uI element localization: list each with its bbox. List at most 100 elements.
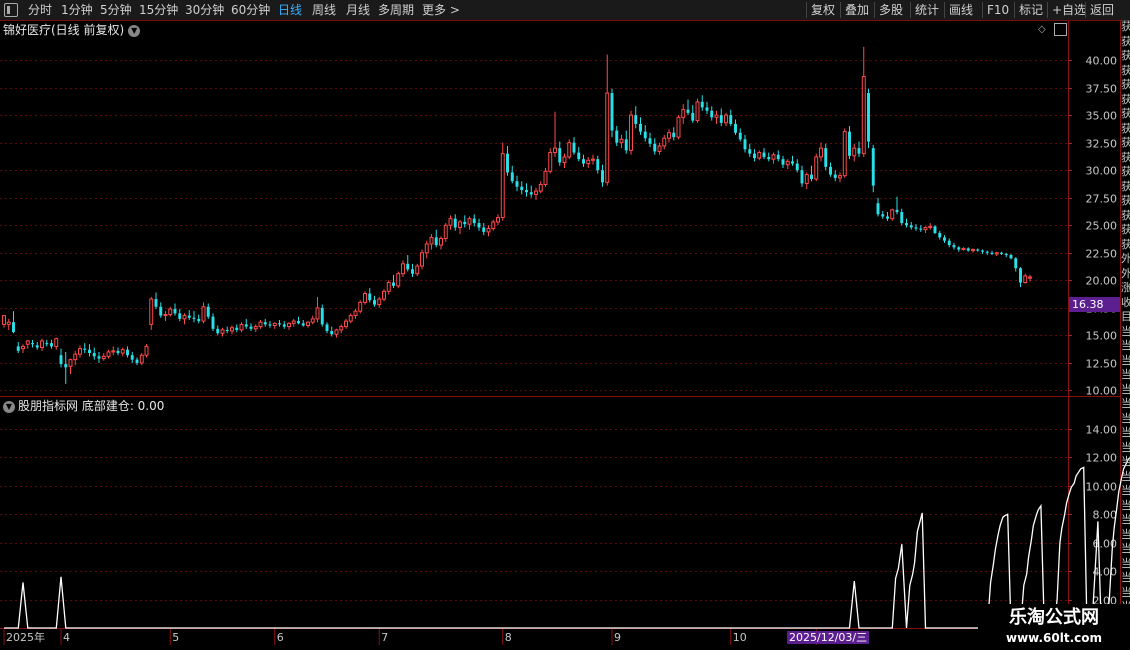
side-panel-char: 当: [1121, 571, 1130, 584]
candle-body: [971, 248, 975, 252]
candle-body: [163, 313, 168, 317]
candle-body: [306, 321, 310, 327]
candle-body: [12, 322, 15, 333]
candle-body: [525, 190, 528, 193]
candle-body: [216, 328, 220, 334]
candle-body: [111, 350, 116, 353]
candle-body: [320, 307, 324, 325]
candle-body: [928, 225, 933, 228]
price-tick-label: 27.50: [1086, 193, 1118, 206]
candle-body: [538, 184, 543, 192]
side-panel-char: 获: [1121, 194, 1130, 207]
indicator-tick-label: 8.00: [1093, 509, 1118, 522]
candle-body: [453, 218, 457, 228]
candle-body: [330, 331, 334, 335]
candle-body: [724, 114, 728, 124]
candle-body: [729, 115, 733, 124]
candle-body: [957, 247, 961, 250]
side-panel-char: 当: [1121, 484, 1130, 497]
candle-body: [933, 226, 937, 233]
candle-body: [619, 138, 624, 144]
side-panel-char: 当: [1121, 498, 1130, 512]
candle-body: [662, 137, 667, 147]
candle-body: [762, 152, 766, 157]
candle-body: [776, 154, 780, 160]
candle-body: [691, 112, 695, 121]
current-price-label: 16.38: [1069, 297, 1120, 312]
candle-body: [990, 252, 994, 254]
side-panel-char: 当: [1121, 411, 1130, 425]
candle-body: [31, 343, 34, 345]
candle-body: [781, 159, 785, 165]
candle-body: [795, 163, 799, 171]
candle-body: [401, 263, 405, 275]
time-axis-label: 10: [733, 631, 747, 644]
candle-body: [50, 343, 53, 347]
candle-body: [710, 110, 714, 118]
side-panel-char: 获: [1121, 49, 1130, 62]
candle-body: [605, 92, 610, 183]
candle-body: [144, 345, 149, 356]
candle-body: [610, 93, 614, 131]
candle-body: [45, 343, 49, 345]
candle-body: [819, 147, 823, 158]
candle-body: [634, 115, 638, 124]
candle-body: [857, 148, 861, 154]
side-panel-char: 当: [1121, 527, 1130, 541]
candle-body: [235, 327, 239, 330]
candle-body: [596, 159, 600, 171]
candle-body: [719, 115, 723, 123]
candle-body: [206, 306, 210, 317]
candle-body: [130, 355, 134, 360]
side-panel-char: 获: [1121, 179, 1130, 193]
candle-body: [287, 322, 291, 328]
candle-body: [344, 320, 348, 328]
candle-body: [297, 321, 300, 324]
candle-body: [97, 356, 101, 359]
candle-body: [467, 218, 472, 225]
candle-body: [700, 101, 704, 108]
candle-body: [952, 245, 956, 248]
candle-body: [434, 237, 438, 246]
indicator-tick-label: 14.00: [1086, 424, 1118, 437]
candle-body: [890, 209, 895, 220]
candle-body: [83, 348, 87, 350]
candle-body: [201, 306, 206, 322]
time-axis-label: 8: [505, 631, 512, 644]
candle-body: [520, 186, 524, 191]
candle-body: [334, 329, 339, 335]
candle-body: [814, 156, 819, 180]
candle-body: [448, 218, 453, 226]
candle-body: [458, 221, 462, 228]
candle-body: [624, 139, 628, 151]
candle-body: [1004, 253, 1008, 256]
candle-body: [377, 298, 382, 306]
candle-body: [567, 142, 572, 158]
side-panel-char: 当: [1121, 324, 1130, 338]
side-panel-char: 获: [1121, 20, 1130, 33]
candle-body: [629, 114, 633, 151]
price-tick-label: 40.00: [1086, 55, 1118, 68]
side-panel-char: 获: [1121, 237, 1130, 251]
candle-body: [586, 159, 591, 165]
price-tick-label: 12.50: [1086, 358, 1118, 371]
candle-body: [848, 131, 851, 156]
candle-body: [116, 350, 120, 354]
candle-body: [1019, 268, 1022, 283]
candle-body: [149, 298, 154, 325]
candle-body: [800, 170, 804, 184]
kline-chart[interactable]: 10.0012.5015.0017.5020.0022.5025.0027.50…: [0, 0, 1130, 650]
candle-body: [301, 323, 305, 326]
candle-body: [867, 93, 870, 142]
candle-body: [443, 224, 448, 239]
candle-body: [64, 364, 68, 368]
side-panel-char: 获: [1121, 136, 1130, 149]
candle-body: [738, 132, 742, 140]
candle-body: [258, 321, 263, 328]
candle-body: [78, 348, 82, 355]
candle-body: [900, 212, 904, 224]
side-panel-char: 获: [1121, 121, 1130, 135]
time-axis-label: 6: [277, 631, 284, 644]
side-panel-char: 获: [1121, 150, 1130, 164]
candle-body: [263, 322, 267, 325]
